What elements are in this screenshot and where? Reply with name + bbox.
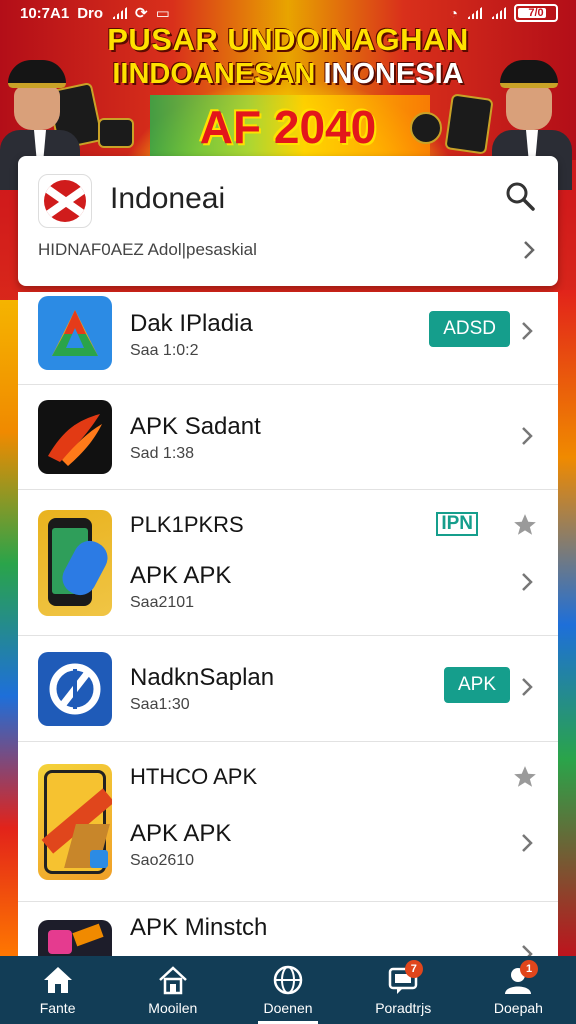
- list-item[interactable]: NadknSaplan Saa1:30 APK: [18, 636, 558, 742]
- swoosh-logo-icon: [38, 400, 112, 474]
- wifi-icon: ◔: [449, 5, 458, 21]
- bottom-navigation: Fante Mooilen Doenen Poradtrjs 7 Doepah …: [0, 956, 576, 1024]
- chevron-right-icon[interactable]: [518, 675, 536, 699]
- app-name: APK Minstch: [130, 914, 268, 941]
- banner-subtitle: IINDOANESAN INONESIA: [0, 58, 576, 91]
- header-subtitle-link[interactable]: HIDNAF0AEZ Adol|pesaskial: [38, 240, 257, 260]
- banner-year: AF 2040: [199, 101, 377, 153]
- app-meta: Sad 1:38: [130, 445, 195, 462]
- notification-badge: 7: [404, 960, 423, 978]
- nav-label: Doenen: [263, 1000, 313, 1016]
- app-name: APK APK: [130, 562, 232, 589]
- triangle-logo-icon: [38, 296, 112, 370]
- app-meta: Sao2610: [130, 852, 195, 869]
- page-title: Indoneai: [110, 182, 226, 215]
- battery-level: 7/0: [528, 7, 544, 19]
- app-tag: HTHCO APK: [130, 764, 258, 789]
- banner-subtitle-yellow: IINDOANESAN: [112, 58, 324, 90]
- chevron-right-icon[interactable]: [518, 831, 536, 855]
- phone-banner-icon: [38, 764, 112, 880]
- nav-doenen[interactable]: Doenen: [230, 956, 345, 1024]
- app-list: Dak IPladia Saa 1:0:2 ADSD APK Sadant Sa…: [18, 292, 558, 960]
- tag-badge: IPN: [436, 512, 478, 536]
- home-icon: [43, 967, 72, 993]
- chevron-right-icon[interactable]: [518, 424, 536, 448]
- sync-icon: ⟳: [135, 5, 148, 22]
- nav-poradtrjs[interactable]: Poradtrjs 7: [346, 956, 461, 1024]
- star-icon[interactable]: [512, 764, 538, 790]
- search-button[interactable]: [502, 178, 538, 214]
- app-name: Dak IPladia: [130, 310, 253, 337]
- cell-signal-2-icon: [490, 7, 506, 19]
- status-time: 10:7A1: [20, 4, 70, 22]
- ap-logo-icon: [38, 652, 112, 726]
- list-item[interactable]: HTHCO APK APK APK Sao2610: [18, 742, 558, 902]
- nav-label: Mooilen: [148, 1000, 198, 1016]
- notification-badge: 1: [520, 960, 539, 978]
- status-bar: 10:7A1 Dro ⟳ ▭ ◔ 7/0: [0, 0, 576, 26]
- nav-doepah[interactable]: Doepah 1: [461, 956, 576, 1024]
- install-button[interactable]: ADSD: [429, 311, 510, 347]
- list-item[interactable]: PLK1PKRS IPN APK APK Saa2101: [18, 490, 558, 636]
- app-logo-icon[interactable]: [38, 174, 92, 228]
- chevron-right-icon[interactable]: [518, 319, 536, 343]
- list-item[interactable]: Dak IPladia Saa 1:0:2 ADSD: [18, 292, 558, 385]
- app-name: APK Sadant: [130, 413, 261, 440]
- cell-signal-icon: [466, 7, 482, 19]
- status-carrier: Dro: [77, 4, 104, 22]
- list-item[interactable]: APK Minstch: [18, 902, 558, 960]
- nav-mooilen[interactable]: Mooilen: [115, 956, 230, 1024]
- nav-label: Fante: [39, 1000, 76, 1016]
- app-name: APK APK: [130, 820, 232, 847]
- chevron-right-icon[interactable]: [518, 570, 536, 594]
- nav-label: Poradtrjs: [375, 1000, 432, 1016]
- phone-app-icon: [38, 510, 112, 616]
- notification-icon: ▭: [155, 5, 170, 22]
- battery-icon: 7/0: [514, 4, 558, 22]
- app-meta: Saa1:30: [130, 696, 190, 713]
- app-name: NadknSaplan: [130, 664, 275, 691]
- nav-label: Doepah: [493, 1000, 543, 1016]
- globe-icon: [273, 965, 303, 995]
- chevron-right-icon[interactable]: [520, 238, 538, 262]
- app-meta: Saa 1:0:2: [130, 342, 199, 359]
- install-button[interactable]: APK: [443, 667, 510, 703]
- app-meta: Saa2101: [130, 594, 195, 611]
- banner-title: PUSAR UNDOINAGHAN: [107, 22, 469, 57]
- signal-icon: [111, 7, 128, 19]
- star-icon[interactable]: [512, 512, 538, 538]
- nav-home[interactable]: Fante: [0, 956, 115, 1024]
- house-outline-icon: [158, 966, 187, 995]
- app-tag: PLK1PKRS: [130, 512, 244, 537]
- search-icon: [506, 182, 535, 211]
- game-app-icon: [38, 920, 112, 960]
- app-header-card: Indoneai HIDNAF0AEZ Adol|pesaskial: [18, 156, 558, 286]
- list-item[interactable]: APK Sadant Sad 1:38: [18, 385, 558, 490]
- banner-subtitle-white: INONESIA: [323, 58, 464, 90]
